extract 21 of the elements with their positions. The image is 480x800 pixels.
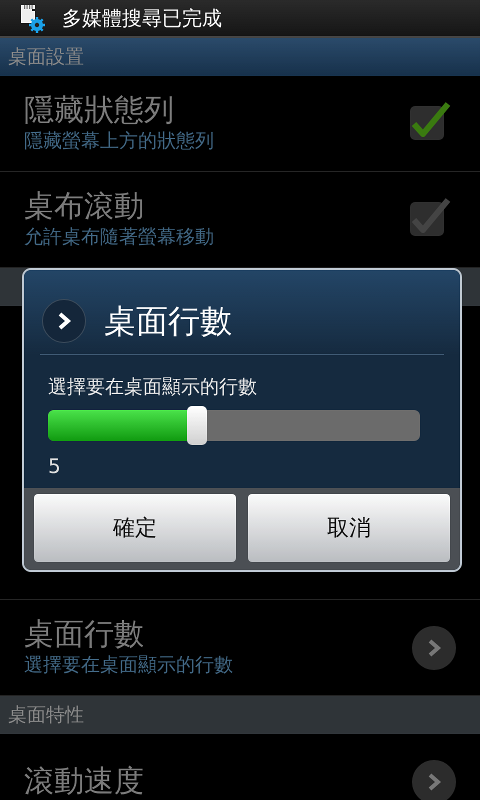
setting-summary: 允許桌布隨著螢幕移動 <box>24 225 215 250</box>
dialog-button[interactable]: 取消 <box>248 494 450 562</box>
setting-title[interactable]: 桌面行數 <box>24 617 412 654</box>
setting-title[interactable]: 滾動速度 <box>24 764 412 800</box>
section-header: 桌面特性 <box>0 696 480 734</box>
chevron-right-icon <box>426 638 442 658</box>
section-header: 桌面設置 <box>0 38 480 76</box>
chevron-button[interactable] <box>412 760 456 800</box>
chevron-button[interactable] <box>412 626 456 670</box>
setting-title[interactable]: 隱藏狀態列 <box>24 93 408 130</box>
chevron-right-icon <box>426 772 442 792</box>
setting-title[interactable]: 桌布滾動 <box>24 189 408 226</box>
slider-thumb[interactable] <box>186 406 207 444</box>
setting-summary: 隱藏螢幕上方的狀態列 <box>24 129 215 154</box>
dialog-title: 桌面行數 <box>104 301 232 342</box>
setting-summary: 選擇要在桌面顯示的行數 <box>24 653 234 678</box>
slider-value: 5 <box>48 452 62 480</box>
notification-text: 多媒體搜尋已完成 <box>62 5 222 32</box>
dialog-message: 選擇要在桌面顯示的行數 <box>48 375 258 400</box>
chevron-right-icon <box>42 299 86 343</box>
dialog-button[interactable]: 確定 <box>34 494 236 562</box>
